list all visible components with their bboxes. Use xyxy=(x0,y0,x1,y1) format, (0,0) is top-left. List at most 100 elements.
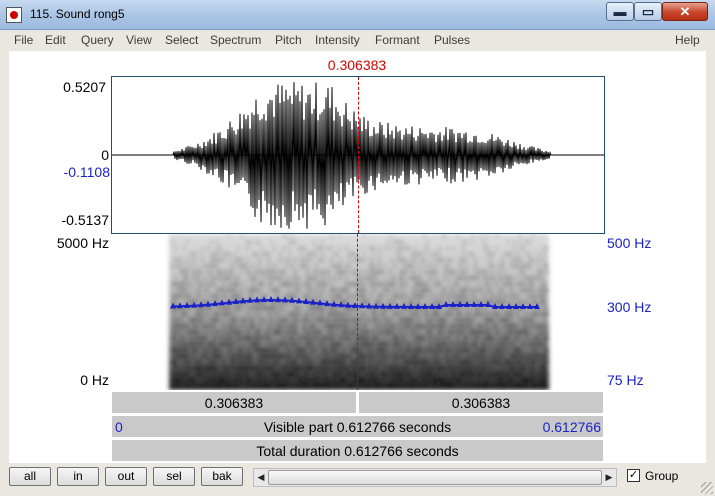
menu-file[interactable]: File xyxy=(14,33,33,47)
spectrogram-cell xyxy=(489,258,492,262)
spectrogram-cell xyxy=(219,372,222,376)
zoom-all-button[interactable]: all xyxy=(9,467,51,486)
spectrogram-cell xyxy=(309,342,312,346)
spectrogram-cell xyxy=(453,282,456,286)
spectrogram-cell xyxy=(339,318,342,322)
spectrogram-cell xyxy=(507,360,510,364)
spectrogram-cell xyxy=(198,384,201,388)
spectrogram-panel[interactable] xyxy=(111,234,605,390)
spectrogram-cell xyxy=(390,270,393,274)
spectrogram-cell xyxy=(297,366,300,370)
spectrogram-cell xyxy=(219,354,222,358)
spectrogram-cell xyxy=(510,258,513,262)
spectrogram-cell xyxy=(483,300,486,304)
spectrogram-cell xyxy=(501,348,504,352)
spectrogram-cell xyxy=(360,366,363,370)
menu-pulses[interactable]: Pulses xyxy=(434,33,470,47)
group-checkbox[interactable]: ✓ xyxy=(627,469,640,482)
spectrogram-cell xyxy=(246,264,249,268)
spectrogram-cell xyxy=(180,342,183,346)
menu-view[interactable]: View xyxy=(126,33,152,47)
spectrogram-cell xyxy=(411,372,414,376)
spectrogram-cell xyxy=(336,384,339,388)
spectrogram-cell xyxy=(414,384,417,388)
minimize-button[interactable]: ▬ xyxy=(606,2,634,21)
window-left-segment[interactable]: 0.306383 xyxy=(111,391,357,414)
spectrogram-cell xyxy=(210,342,213,346)
horizontal-scrollbar[interactable]: ◀ ▶ xyxy=(253,468,617,487)
resize-grip-icon[interactable] xyxy=(701,482,713,494)
spectrogram-cell xyxy=(489,300,492,304)
spectrogram-cell xyxy=(363,282,366,286)
spectrogram-cell xyxy=(180,294,183,298)
scrollbar-thumb[interactable] xyxy=(268,470,602,485)
spectrogram-cell xyxy=(312,294,315,298)
spectrogram-cell xyxy=(531,336,534,340)
spectrogram-cell xyxy=(252,318,255,322)
spectrogram-cell xyxy=(213,366,216,370)
spectrogram-cell xyxy=(495,234,498,238)
spectrogram-cell xyxy=(384,342,387,346)
spectrogram-cell xyxy=(327,336,330,340)
maximize-button[interactable]: ▭ xyxy=(634,2,662,21)
spectrogram-cell xyxy=(405,372,408,376)
menu-spectrum[interactable]: Spectrum xyxy=(210,33,261,47)
menu-query[interactable]: Query xyxy=(81,33,114,47)
praat-app-icon[interactable] xyxy=(6,7,22,23)
zoom-selection-button[interactable]: sel xyxy=(153,467,195,486)
spectrogram-cell xyxy=(249,348,252,352)
spectrogram-cell xyxy=(405,318,408,322)
spectrogram-cell xyxy=(540,366,543,370)
spectrogram-cell xyxy=(423,288,426,292)
spectrogram-cell xyxy=(306,288,309,292)
total-duration-bar[interactable]: Total duration 0.612766 seconds xyxy=(111,439,604,462)
menu-pitch[interactable]: Pitch xyxy=(275,33,302,47)
spectrogram-cell xyxy=(309,288,312,292)
spectrogram-cell xyxy=(495,378,498,382)
scroll-left-arrow-icon[interactable]: ◀ xyxy=(254,469,268,486)
spectrogram-cell xyxy=(285,330,288,334)
menu-select[interactable]: Select xyxy=(165,33,198,47)
spectrogram-cell xyxy=(282,324,285,328)
spectrogram-cell xyxy=(486,378,489,382)
close-button[interactable]: ✕ xyxy=(662,2,708,21)
spectrogram-cell xyxy=(207,282,210,286)
spectrogram-cell xyxy=(474,366,477,370)
spectrogram-cell xyxy=(423,354,426,358)
menu-help[interactable]: Help xyxy=(675,33,700,47)
spectrogram-cell xyxy=(441,378,444,382)
menu-intensity[interactable]: Intensity xyxy=(315,33,360,47)
spectrogram-cell xyxy=(390,246,393,250)
spectrogram-cell xyxy=(414,282,417,286)
window-right-segment[interactable]: 0.306383 xyxy=(358,391,604,414)
spectrogram-cell xyxy=(504,384,507,388)
spectrogram-cell xyxy=(516,324,519,328)
spectrogram-cell xyxy=(462,366,465,370)
spectrogram-cell xyxy=(498,330,501,334)
spectrogram-cell xyxy=(459,330,462,334)
menu-formant[interactable]: Formant xyxy=(375,33,420,47)
spectrogram-cell xyxy=(546,354,549,358)
spectrogram-cell xyxy=(294,342,297,346)
spectrogram-cell xyxy=(390,324,393,328)
zoom-out-button[interactable]: out xyxy=(105,467,147,486)
spectrogram-cell xyxy=(438,300,441,304)
spectrogram-cell xyxy=(306,330,309,334)
spectrogram-cell xyxy=(441,258,444,262)
visible-part-bar[interactable]: 0 Visible part 0.612766 seconds 0.612766 xyxy=(111,415,604,438)
spectrogram-cell xyxy=(225,342,228,346)
menu-edit[interactable]: Edit xyxy=(45,33,66,47)
zoom-back-button[interactable]: bak xyxy=(201,467,243,486)
spectrogram-cell xyxy=(441,330,444,334)
scroll-right-arrow-icon[interactable]: ▶ xyxy=(602,469,616,486)
waveform-panel[interactable] xyxy=(111,76,605,234)
spectrogram-cell xyxy=(492,354,495,358)
spectrogram-cell xyxy=(237,276,240,280)
spectrogram-cell xyxy=(243,324,246,328)
spectrogram-cell xyxy=(345,324,348,328)
spectrogram-cell xyxy=(237,384,240,388)
zoom-in-button[interactable]: in xyxy=(57,467,99,486)
spectrogram-cell xyxy=(234,252,237,256)
spectrogram-cell xyxy=(444,318,447,322)
spectrogram-cell xyxy=(285,258,288,262)
